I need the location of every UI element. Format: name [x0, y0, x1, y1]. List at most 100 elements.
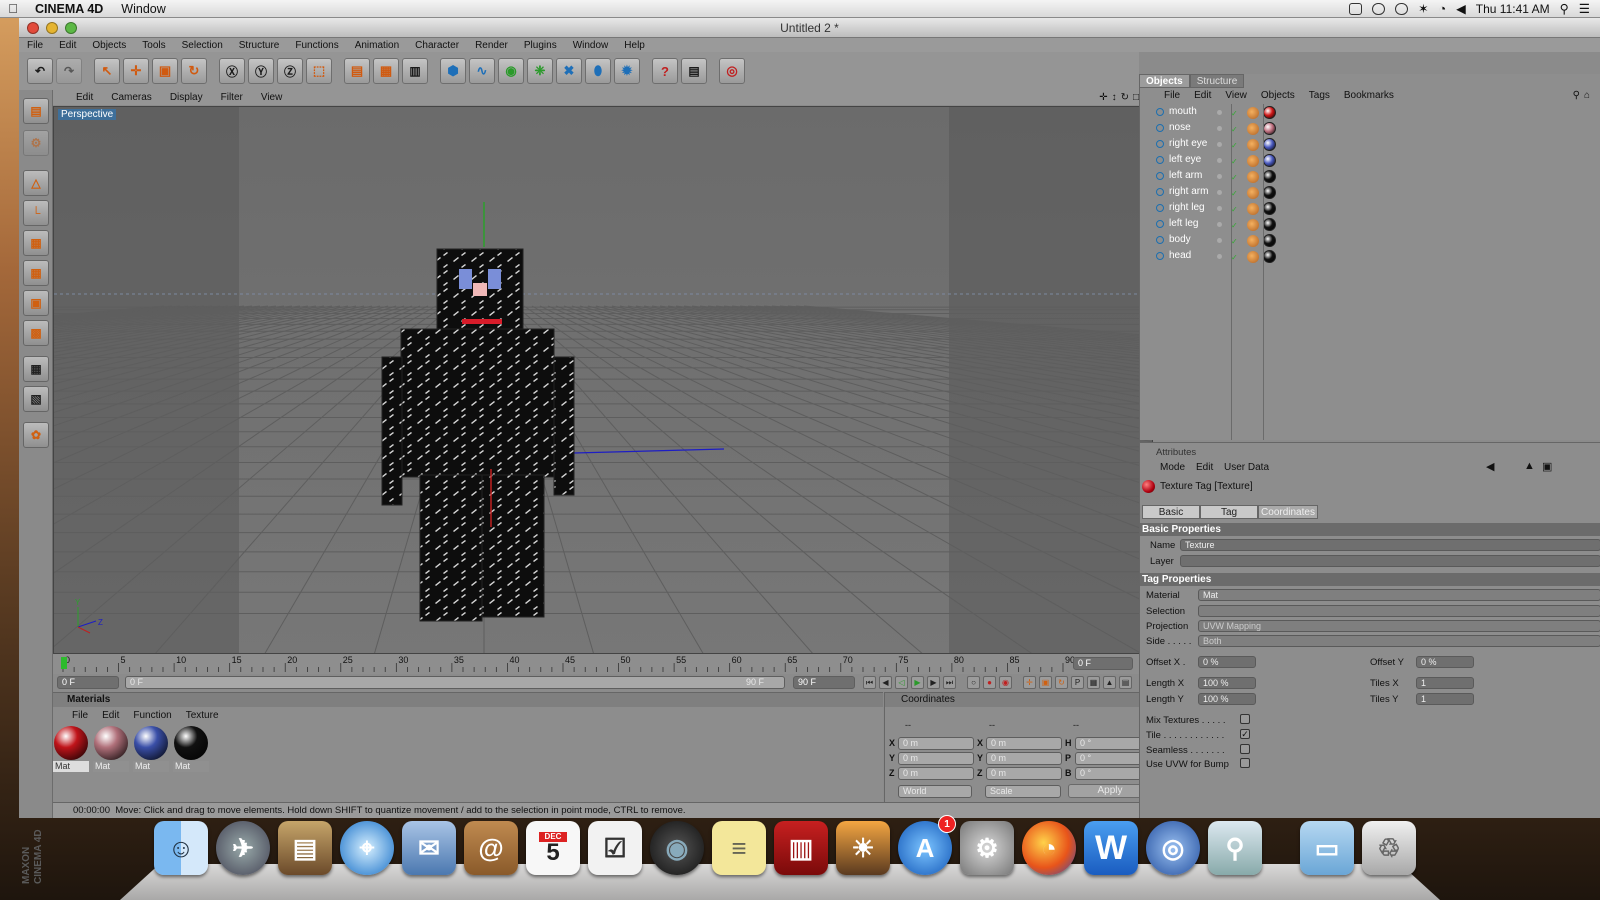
projection-select[interactable]: UVW Mapping: [1198, 620, 1600, 632]
position-z-field[interactable]: 0 m: [898, 767, 974, 780]
clock-status-icon[interactable]: [1395, 2, 1409, 15]
tweak-mode-icon[interactable]: ✿: [23, 422, 49, 448]
visibility-dot-icon[interactable]: [1217, 142, 1222, 147]
material-menu-edit[interactable]: Edit: [95, 710, 126, 721]
object-row-right-leg[interactable]: right leg ✓: [1139, 200, 1600, 216]
object-row-body[interactable]: body ✓: [1139, 232, 1600, 248]
layer-field[interactable]: [1180, 555, 1600, 567]
tag-properties-header[interactable]: Tag Properties: [1140, 573, 1600, 586]
stickies-icon[interactable]: ≡: [712, 821, 766, 875]
attr-up-icon[interactable]: ▲: [1524, 460, 1535, 472]
texture-tag-icon[interactable]: [1263, 250, 1276, 263]
menu-render[interactable]: Render: [467, 40, 516, 51]
goto-end-icon[interactable]: ⏭: [943, 676, 956, 689]
menu-file[interactable]: File: [19, 40, 51, 51]
sync-status-icon[interactable]: [1372, 2, 1386, 15]
object-menu-objects[interactable]: Objects: [1254, 90, 1302, 101]
end-frame-field[interactable]: 90 F: [793, 676, 855, 689]
menu-animation[interactable]: Animation: [347, 40, 407, 51]
x-axis-icon[interactable]: Ⓧ: [219, 58, 245, 84]
light-icon[interactable]: ✹: [614, 58, 640, 84]
network-icon[interactable]: ◎: [1146, 821, 1200, 875]
system-preferences-icon[interactable]: ⚙: [960, 821, 1014, 875]
attr-lock-icon[interactable]: ▣: [1542, 460, 1552, 473]
rotate-icon[interactable]: ↻: [181, 58, 207, 84]
window-menu[interactable]: Window: [112, 2, 174, 16]
texture-mode-icon[interactable]: ▩: [23, 320, 49, 346]
position-y-field[interactable]: 0 m: [898, 752, 974, 765]
polygons-mode-icon[interactable]: ▦: [23, 230, 49, 256]
object-menu-tags[interactable]: Tags: [1302, 90, 1337, 101]
uvw-tag-icon[interactable]: [1247, 203, 1259, 215]
material-menu-file[interactable]: File: [65, 710, 95, 721]
prev-key-icon[interactable]: ◀: [879, 676, 892, 689]
uvw-tag-icon[interactable]: [1247, 219, 1259, 231]
undo-icon[interactable]: ↶: [27, 58, 53, 84]
seamless-checkbox[interactable]: [1240, 744, 1250, 754]
key-position-icon[interactable]: ✛: [1023, 676, 1036, 689]
menu-functions[interactable]: Functions: [287, 40, 346, 51]
menu-structure[interactable]: Structure: [231, 40, 288, 51]
firefox-icon[interactable]: ◔: [1022, 821, 1076, 875]
model-mode-icon[interactable]: ▤: [23, 98, 49, 124]
robot-body[interactable]: [400, 328, 555, 478]
move-icon[interactable]: ✛: [123, 58, 149, 84]
robot-right-eye[interactable]: [459, 269, 472, 289]
position-x-field[interactable]: 0 m: [898, 737, 974, 750]
robot-mouth[interactable]: [462, 319, 502, 324]
mail-icon[interactable]: ✉: [402, 821, 456, 875]
volume-icon[interactable]: ◀: [1456, 1, 1466, 16]
wifi-icon[interactable]: ◔: [1439, 2, 1447, 16]
texture-tag-icon[interactable]: [1263, 218, 1276, 231]
attr-tab-coordinates[interactable]: Coordinates: [1258, 505, 1318, 519]
column-divider[interactable]: [1263, 104, 1264, 440]
attr-menu-user-data[interactable]: User Data: [1224, 462, 1269, 473]
size-y-field[interactable]: 0 m: [986, 752, 1062, 765]
object-row-left-eye[interactable]: left eye ✓: [1139, 152, 1600, 168]
side-select[interactable]: Both: [1198, 635, 1600, 647]
notification-center-icon[interactable]: ☰: [1579, 1, 1590, 16]
current-frame-field[interactable]: 0 F: [1073, 657, 1133, 670]
visibility-dot-icon[interactable]: [1217, 206, 1222, 211]
viewport-menu-display[interactable]: Display: [161, 92, 212, 103]
menu-edit[interactable]: Edit: [51, 40, 84, 51]
key-rotation-icon[interactable]: ↻: [1055, 676, 1068, 689]
uvw-tag-icon[interactable]: [1247, 187, 1259, 199]
folder-icon[interactable]: ▭: [1300, 821, 1354, 875]
preview-icon[interactable]: ⚲: [1208, 821, 1262, 875]
app-menu[interactable]: CINEMA 4D: [26, 2, 112, 16]
texture-tag-icon[interactable]: [1263, 234, 1276, 247]
play-forward-icon[interactable]: ▶: [911, 676, 924, 689]
launchpad-icon[interactable]: ✈: [216, 821, 270, 875]
safari-icon[interactable]: ⌖: [340, 821, 394, 875]
goto-start-icon[interactable]: ⏮: [863, 676, 876, 689]
texture-tag-icon[interactable]: [1263, 154, 1276, 167]
facetime-icon[interactable]: ◉: [650, 821, 704, 875]
image-capture-icon[interactable]: ▤: [278, 821, 332, 875]
app-store-icon[interactable]: A 1: [898, 815, 956, 875]
visibility-dot-icon[interactable]: [1217, 174, 1222, 179]
uvw-tag-icon[interactable]: [1247, 235, 1259, 247]
uv-polygons-icon[interactable]: ▣: [23, 290, 49, 316]
attr-menu-edit[interactable]: Edit: [1196, 462, 1213, 473]
tiles-y-field[interactable]: 1: [1416, 693, 1474, 705]
object-row-mouth[interactable]: mouth ✓: [1139, 104, 1600, 120]
length-x-field[interactable]: 100 %: [1198, 677, 1256, 689]
workplane-icon[interactable]: ▧: [23, 386, 49, 412]
visibility-dot-icon[interactable]: [1217, 222, 1222, 227]
object-row-right-eye[interactable]: right eye ✓: [1139, 136, 1600, 152]
record-icon[interactable]: ●: [983, 676, 996, 689]
bluetooth-icon[interactable]: ✶: [1418, 1, 1428, 16]
robot-left-eye[interactable]: [488, 269, 501, 289]
next-key-icon[interactable]: ▶: [927, 676, 940, 689]
render-picture-viewer-icon[interactable]: ▦: [373, 58, 399, 84]
finder-icon[interactable]: ☺: [154, 821, 208, 875]
help-icon[interactable]: ?: [652, 58, 678, 84]
size-mode-select[interactable]: Scale: [985, 785, 1061, 798]
iphoto-icon[interactable]: ☀: [836, 821, 890, 875]
menu-plugins[interactable]: Plugins: [516, 40, 565, 51]
start-frame-field[interactable]: 0 F: [57, 676, 119, 689]
uv-points-icon[interactable]: ▦: [23, 260, 49, 286]
offset-y-field[interactable]: 0 %: [1416, 656, 1474, 668]
object-row-head[interactable]: head ✓: [1139, 248, 1600, 264]
